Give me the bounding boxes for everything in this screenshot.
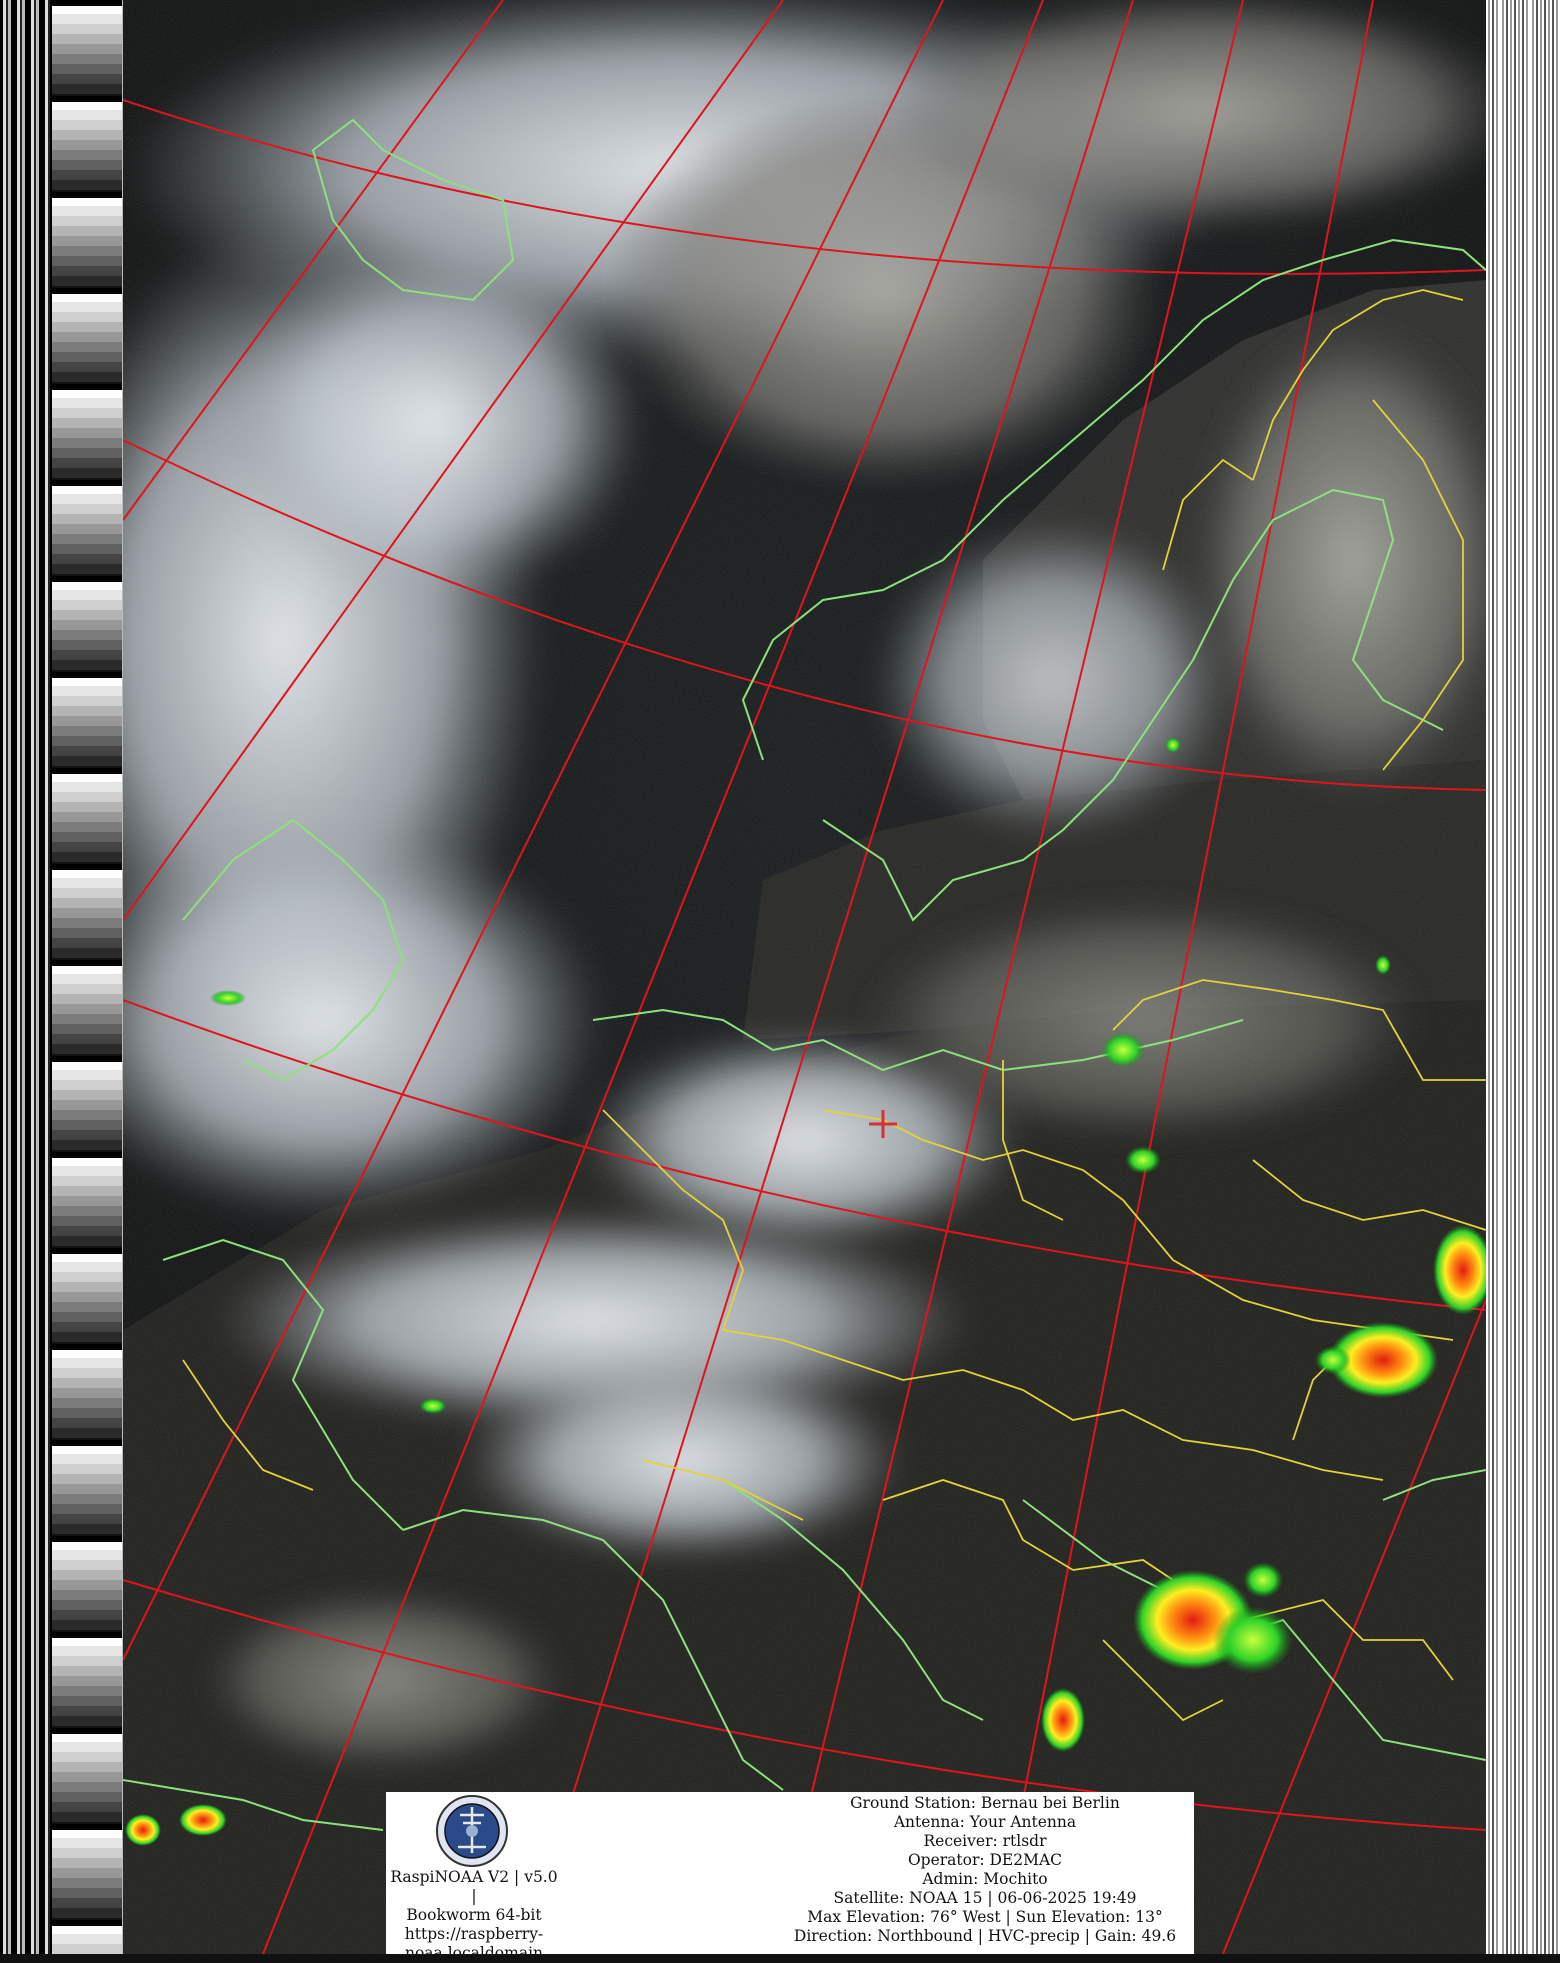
elevation-line: Max Elevation: 76° West | Sun Elevation:… bbox=[807, 1908, 1163, 1926]
left-telemetry-strip bbox=[0, 0, 123, 1954]
station-info: Ground Station: Bernau bei Berlin Antenn… bbox=[770, 1794, 1200, 1946]
software-line: Bookworm 64-bit bbox=[406, 1906, 542, 1924]
satellite-line: Satellite: NOAA 15 | 06-06-2025 19:49 bbox=[833, 1889, 1137, 1907]
ground-station-line: Ground Station: Bernau bei Berlin bbox=[850, 1794, 1120, 1812]
station-seal-icon bbox=[436, 1795, 508, 1867]
right-telemetry-strip bbox=[1486, 0, 1560, 1954]
operator-line: Operator: DE2MAC bbox=[907, 1851, 1063, 1869]
software-line: RaspiNOAA V2 | v5.0 | bbox=[390, 1868, 558, 1905]
pass-info-panel: RaspiNOAA V2 | v5.0 | Bookworm 64-bit ht… bbox=[386, 1792, 1194, 1962]
weather-map bbox=[123, 0, 1486, 1954]
software-line: https://raspberry- bbox=[404, 1925, 544, 1943]
antenna-line: Antenna: Your Antenna bbox=[893, 1813, 1077, 1831]
receiver-line: Receiver: rtlsdr bbox=[923, 1832, 1047, 1850]
admin-line: Admin: Mochito bbox=[922, 1870, 1048, 1888]
calibration-wedges bbox=[52, 0, 122, 1954]
satellite-image: RaspiNOAA V2 | v5.0 | Bookworm 64-bit ht… bbox=[0, 0, 1560, 1962]
direction-line: Direction: Northbound | HVC-precip | Gai… bbox=[793, 1927, 1177, 1945]
software-info: RaspiNOAA V2 | v5.0 | Bookworm 64-bit ht… bbox=[386, 1868, 562, 1963]
